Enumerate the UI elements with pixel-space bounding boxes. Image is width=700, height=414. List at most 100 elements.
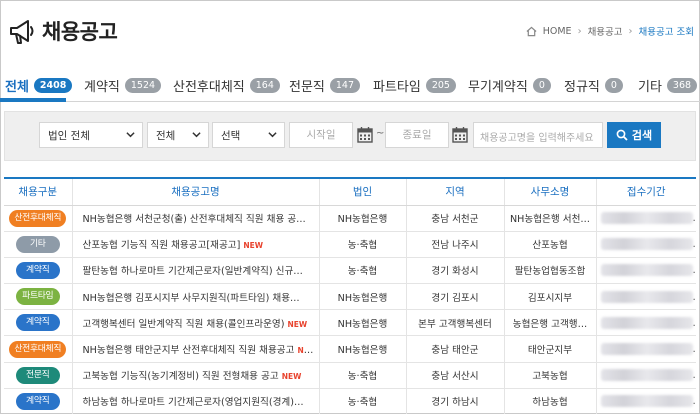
tab-contract[interactable]: 계약직 1524 <box>84 76 162 95</box>
category-tabs: 전체 2408 계약직 1524 산전후대체직 164 전문직 147 파트타임… <box>0 72 700 102</box>
corp-cell: 농·축협 <box>318 231 406 258</box>
period-cell <box>595 205 696 232</box>
column-header: 지역 <box>405 177 504 206</box>
blurred-period <box>600 369 693 382</box>
blurred-period <box>600 212 693 225</box>
posting-title-link[interactable]: 팔탄농협 하나로마트 기간제근로자(일반계약직) 신규… <box>83 266 303 277</box>
tab-professional[interactable]: 전문직 147 <box>289 76 361 95</box>
posting-title-link[interactable]: NH농협은행 서천군청(출) 산전후대체직 직원 채용 공고 <box>83 214 306 225</box>
tab-count-badge: 205 <box>425 78 456 93</box>
tab-label: 기타 <box>638 80 662 95</box>
chevron-down-icon <box>268 132 277 138</box>
tab-all[interactable]: 전체 2408 <box>5 76 73 95</box>
breadcrumb-recruit[interactable]: 채용공고 <box>588 24 623 38</box>
breadcrumb-home[interactable]: HOME <box>543 26 572 37</box>
region-cell: 충남 서산시 <box>405 362 504 389</box>
megaphone-icon <box>10 20 34 44</box>
end-date-input[interactable]: 종료일 <box>385 122 449 148</box>
period-cell <box>595 257 696 285</box>
tab-indefinite[interactable]: 무기계약직 0 <box>468 76 551 95</box>
type-tag: 파트타임 <box>15 288 60 306</box>
table-row[interactable]: 기타 산포농협 기능직 직원 채용공고[재공고] NEW 농·축협 전남 나주시 산포농협 <box>4 231 696 258</box>
posting-title-cell[interactable]: 팔탄농협 하나로마트 기간제근로자(일반계약직) 신규… <box>71 257 319 285</box>
type-tag: 산전후대체직 <box>9 209 67 227</box>
posting-title-link[interactable]: NH농협은행 태안군지부 산전후대체직 직원 채용공고 <box>83 345 295 356</box>
posting-title-link[interactable]: 고북농협 기능직(농기계정비) 직원 전형채용 공고 <box>83 371 279 382</box>
tab-count-badge: 164 <box>249 78 280 93</box>
tab-label: 전체 <box>5 80 29 95</box>
tab-count-badge: 1524 <box>124 78 162 93</box>
blurred-period <box>600 290 693 303</box>
search-button-label: 검색 <box>631 130 653 142</box>
type-select-value: 전체 <box>156 130 176 142</box>
posting-title-cell[interactable]: 고객행복센터 일반계약직 직원 채용(콜인프라운영) NEW <box>71 309 319 337</box>
office-cell: 농협은행 고객행… <box>503 309 596 337</box>
posting-title-cell[interactable]: 고북농협 기능직(농기계정비) 직원 전형채용 공고 NEW <box>71 362 319 389</box>
tab-part-time[interactable]: 파트타임 205 <box>373 76 456 95</box>
new-badge: NEW <box>281 372 302 382</box>
page-title: 채용공고 <box>42 20 118 44</box>
tab-label: 전문직 <box>289 80 325 95</box>
posting-title-cell[interactable]: NH농협은행 김포시지부 사무지원직(파트타임) 채용… <box>71 283 319 311</box>
calendar-icon[interactable] <box>452 126 468 143</box>
region-cell: 경기 화성시 <box>405 257 504 285</box>
posting-title-link[interactable]: 고객행복센터 일반계약직 직원 채용(콜인프라운영) <box>83 319 285 330</box>
table-row[interactable]: 산전후대체직NH농협은행 서천군청(출) 산전후대체직 직원 채용 공고NEWN… <box>4 205 696 232</box>
search-button[interactable]: 검색 <box>607 122 661 148</box>
search-panel: 법인 전체 전체 선택 시작일 ~ 종료일 채용공고명을 입력해주세요 검색 <box>4 111 696 161</box>
region-select[interactable]: 선택 <box>212 122 285 148</box>
period-cell <box>595 362 696 389</box>
posting-title-cell[interactable]: 산포농협 기능직 직원 채용공고[재공고] NEW <box>71 231 319 258</box>
region-select-value: 선택 <box>221 130 241 142</box>
office-cell: 고북농협 <box>503 362 596 389</box>
table-body: 산전후대체직NH농협은행 서천군청(출) 산전후대체직 직원 채용 공고NEWN… <box>4 205 696 414</box>
page-header: 채용공고 HOME › 채용공고 › 채용공고 조회 <box>0 0 700 62</box>
type-select[interactable]: 전체 <box>147 122 209 148</box>
type-cell: 산전후대체직 <box>4 205 72 232</box>
posting-title-cell[interactable]: NH농협은행 태안군지부 산전후대체직 직원 채용공고 NEW <box>71 335 319 363</box>
period-cell <box>595 283 696 311</box>
tab-count-badge: 0 <box>604 78 623 93</box>
table-row[interactable]: 산전후대체직 NH농협은행 태안군지부 산전후대체직 직원 채용공고 NEW NH농협… <box>4 335 696 363</box>
table-row[interactable]: 계약직 고객행복센터 일반계약직 직원 채용(콜인프라운영) NEW NH농협은행 본부… <box>4 309 696 337</box>
calendar-icon[interactable] <box>357 126 373 143</box>
table-row[interactable]: 계약직 팔탄농협 하나로마트 기간제근로자(일반계약직) 신규… 농·축협 경기 화성… <box>4 257 696 285</box>
tab-maternity[interactable]: 산전후대체직 164 <box>173 76 280 95</box>
keyword-input[interactable]: 채용공고명을 입력해주세요 <box>473 122 603 148</box>
column-header: 법인 <box>318 177 406 206</box>
type-tag: 기타 <box>15 235 60 253</box>
posting-title-cell[interactable]: NH농협은행 서천군청(출) 산전후대체직 직원 채용 공고NEW <box>71 205 319 232</box>
column-header: 채용공고명 <box>71 177 319 206</box>
corp-cell: NH농협은행 <box>318 335 406 363</box>
table-row[interactable]: 파트타임 NH농협은행 김포시지부 사무지원직(파트타임) 채용… NH농협은행 경기… <box>4 283 696 311</box>
corp-cell: NH농협은행 <box>318 283 406 311</box>
office-cell: 팔탄농업협동조합 <box>503 257 596 285</box>
tab-etc[interactable]: 기타 368 <box>638 76 698 95</box>
type-tag: 전문직 <box>15 366 60 384</box>
start-date-input[interactable]: 시작일 <box>289 122 353 148</box>
region-cell: 충남 서천군 <box>405 205 504 232</box>
search-icon <box>616 129 628 141</box>
posting-title-link[interactable]: 산포농협 기능직 직원 채용공고[재공고] <box>83 240 241 251</box>
new-badge: NEW <box>307 215 319 225</box>
region-cell: 경기 하남시 <box>405 388 504 414</box>
table-row[interactable]: 전문직 고북농협 기능직(농기계정비) 직원 전형채용 공고 NEW 농·축협 충남 서… <box>4 362 696 389</box>
job-postings-table: 채용구분 채용공고명 법인 지역 사무소명 접수기간 산전후대체직 NH농협은행 … <box>4 177 696 414</box>
posting-title-cell[interactable]: 하남농협 하나로마트 기간제근로자(영업지원직(경계)… <box>71 388 319 414</box>
type-tag: 계약직 <box>15 261 60 279</box>
tab-count-badge: 2408 <box>33 78 73 93</box>
table-row[interactable]: 계약직 하남농협 하나로마트 기간제근로자(영업지원직(경계)… 농·축협 경기 하남… <box>4 388 696 414</box>
posting-title-link[interactable]: 하남농협 하나로마트 기간제근로자(영업지원직(경계)… <box>83 397 304 408</box>
corp-cell: NH농협은행 <box>318 309 406 337</box>
corp-select[interactable]: 법인 전체 <box>39 122 143 148</box>
tab-label: 정규직 <box>564 80 600 95</box>
tab-label: 산전후대체직 <box>173 80 245 95</box>
tab-label: 무기계약직 <box>468 80 528 95</box>
office-cell: 하남농협 <box>503 388 596 414</box>
active-tab-indicator <box>0 98 66 102</box>
region-cell: 경기 김포시 <box>405 283 504 311</box>
tab-regular[interactable]: 정규직 0 <box>564 76 623 95</box>
posting-title-link[interactable]: NH농협은행 김포시지부 사무지원직(파트타임) 채용… <box>83 293 300 304</box>
type-cell: 전문직 <box>4 362 72 389</box>
date-range-separator: ~ <box>376 128 385 139</box>
